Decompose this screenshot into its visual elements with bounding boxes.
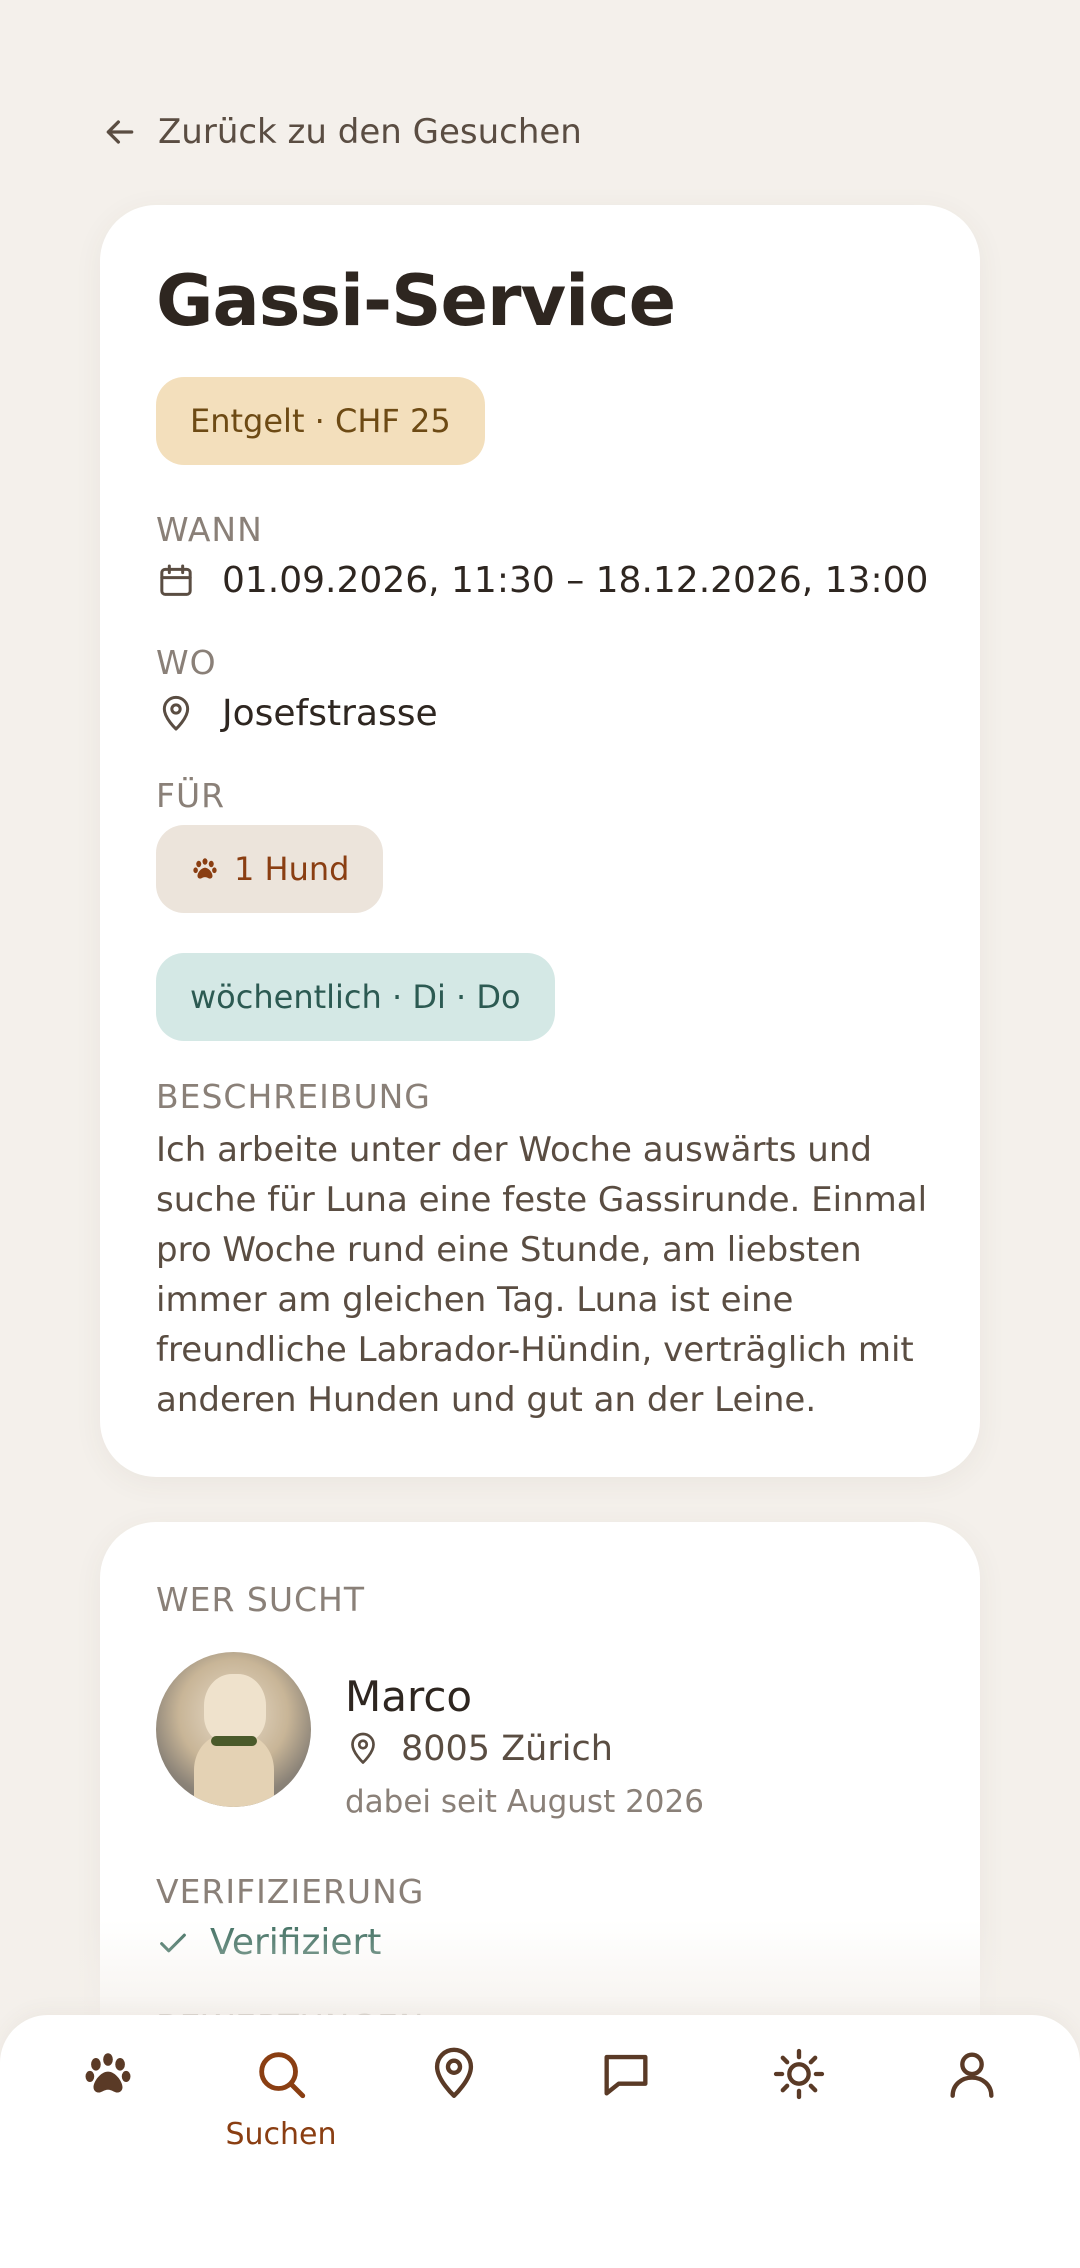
when-row: 01.09.2026, 11:30 – 18.12.2026, 13:00 <box>156 560 928 601</box>
profile-icon <box>950 2052 994 2098</box>
nav-item-messages[interactable] <box>556 2045 696 2103</box>
calendar-icon <box>160 564 192 596</box>
location-icon <box>434 2047 474 2098</box>
location-pin-icon <box>351 1732 375 1764</box>
where-row: Josefstrasse <box>156 693 438 734</box>
frequency-badge: wöchentlich · Di · Do <box>156 953 555 1041</box>
bottom-nav: Suchen <box>0 2015 1080 2268</box>
verification-label: VERIFIZIERUNG <box>156 1872 425 1911</box>
seeker-location: 8005 Zürich <box>401 1729 613 1769</box>
request-card: Gassi-Service Entgelt · CHF 25 WANN 01.0… <box>100 205 980 1477</box>
pet-count-badge: 1 Hund <box>156 825 384 913</box>
description-label: BESCHREIBUNG <box>156 1077 431 1116</box>
description-text: Ich arbeite unter der Woche auswärts und… <box>156 1130 928 1420</box>
check-icon <box>160 1933 186 1952</box>
price-badge: Entgelt · CHF 25 <box>156 377 485 465</box>
member-since: dabei seit August 2026 <box>345 1784 704 1820</box>
back-link[interactable]: Zurück zu den Gesuchen <box>100 112 582 152</box>
search-icon <box>259 2052 306 2099</box>
sun-icon <box>773 2048 825 2100</box>
nav-item-search[interactable]: Suchen <box>211 2045 351 2152</box>
arrow-left-icon <box>106 120 134 144</box>
where-label: WO <box>156 643 217 682</box>
pet-count-label: 1 Hund <box>234 850 350 888</box>
avatar[interactable] <box>156 1652 311 1807</box>
for-label: FÜR <box>156 776 226 815</box>
where-value: Josefstrasse <box>222 693 438 734</box>
nav-item-profile[interactable] <box>902 2045 1042 2103</box>
back-link-label: Zurück zu den Gesuchen <box>158 112 582 152</box>
when-label: WANN <box>156 510 263 549</box>
nav-item-map[interactable] <box>384 2045 524 2103</box>
verification-status: Verifiziert <box>156 1922 381 1963</box>
seeker-name[interactable]: Marco <box>345 1672 472 1721</box>
location-pin-icon <box>162 695 190 730</box>
nav-item-pets[interactable] <box>38 2045 178 2103</box>
paw-icon <box>85 2053 131 2093</box>
when-value: 01.09.2026, 11:30 – 18.12.2026, 13:00 <box>222 560 929 601</box>
nav-item-search-label: Suchen <box>225 2117 337 2152</box>
paw-icon <box>193 858 217 879</box>
chat-icon <box>604 2054 648 2096</box>
nav-item-weather[interactable] <box>729 2045 869 2103</box>
page-title: Gassi-Service <box>156 260 676 342</box>
seeker-section-label: WER SUCHT <box>156 1580 366 1619</box>
seeker-location-row: 8005 Zürich <box>345 1729 613 1769</box>
verification-status-label: Verifiziert <box>210 1922 382 1963</box>
